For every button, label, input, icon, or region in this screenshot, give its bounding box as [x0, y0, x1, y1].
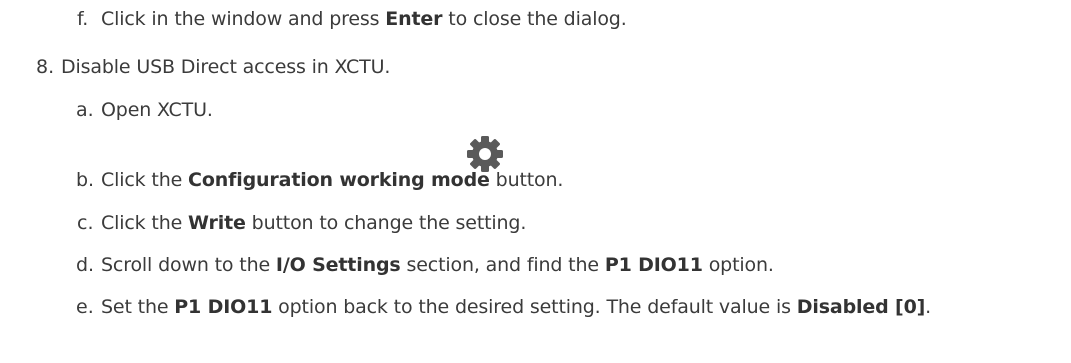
step-c-post: button to change the setting. — [245, 212, 527, 234]
step-a-marker: a. — [76, 99, 94, 121]
step-e-mid: option back to the desired setting. The … — [272, 296, 797, 318]
step-d-text: Scroll down to the I/O Settings section,… — [101, 253, 774, 277]
step-8-text: Disable USB Direct access in XCTU. — [61, 56, 391, 78]
step-d-bold-2: P1 DIO11 — [604, 254, 703, 276]
step-b-text: Click the Configuration working mode but… — [101, 168, 563, 192]
step-d-bold-1: I/O Settings — [275, 254, 401, 276]
step-b-marker: b. — [76, 169, 95, 191]
step-e-pre: Set the — [101, 296, 175, 318]
step-b-post: button. — [489, 169, 564, 191]
step-c-text: Click the Write button to change the set… — [101, 211, 526, 235]
step-d-mid: section, and find the — [400, 254, 605, 276]
step-f-post: to close the dialog. — [442, 8, 627, 30]
step-f-pre: Click in the window and press — [101, 8, 386, 30]
step-e-bold-1: P1 DIO11 — [174, 296, 273, 318]
step-d-marker: d. — [76, 254, 95, 276]
step-c-pre: Click the — [101, 212, 189, 234]
step-e-bold-2: Disabled [0] — [796, 296, 926, 318]
step-b-pre: Click the — [101, 169, 189, 191]
step-e-marker: e. — [76, 296, 94, 318]
step-8-marker: 8. — [36, 56, 55, 78]
step-f-key: Enter — [385, 8, 443, 30]
step-e-text: Set the P1 DIO11 option back to the desi… — [101, 295, 931, 319]
step-e-post: . — [925, 296, 932, 318]
step-f-text: Click in the window and press Enter to c… — [101, 7, 627, 31]
step-d-post: option. — [702, 254, 774, 276]
step-c-marker: c. — [77, 212, 94, 234]
step-b-bold: Configuration working mode — [188, 169, 490, 191]
step-c-bold: Write — [188, 212, 246, 234]
step-d-pre: Scroll down to the — [101, 254, 276, 276]
step-a-text: Open XCTU. — [101, 99, 213, 121]
step-f-marker: f. — [77, 8, 89, 30]
